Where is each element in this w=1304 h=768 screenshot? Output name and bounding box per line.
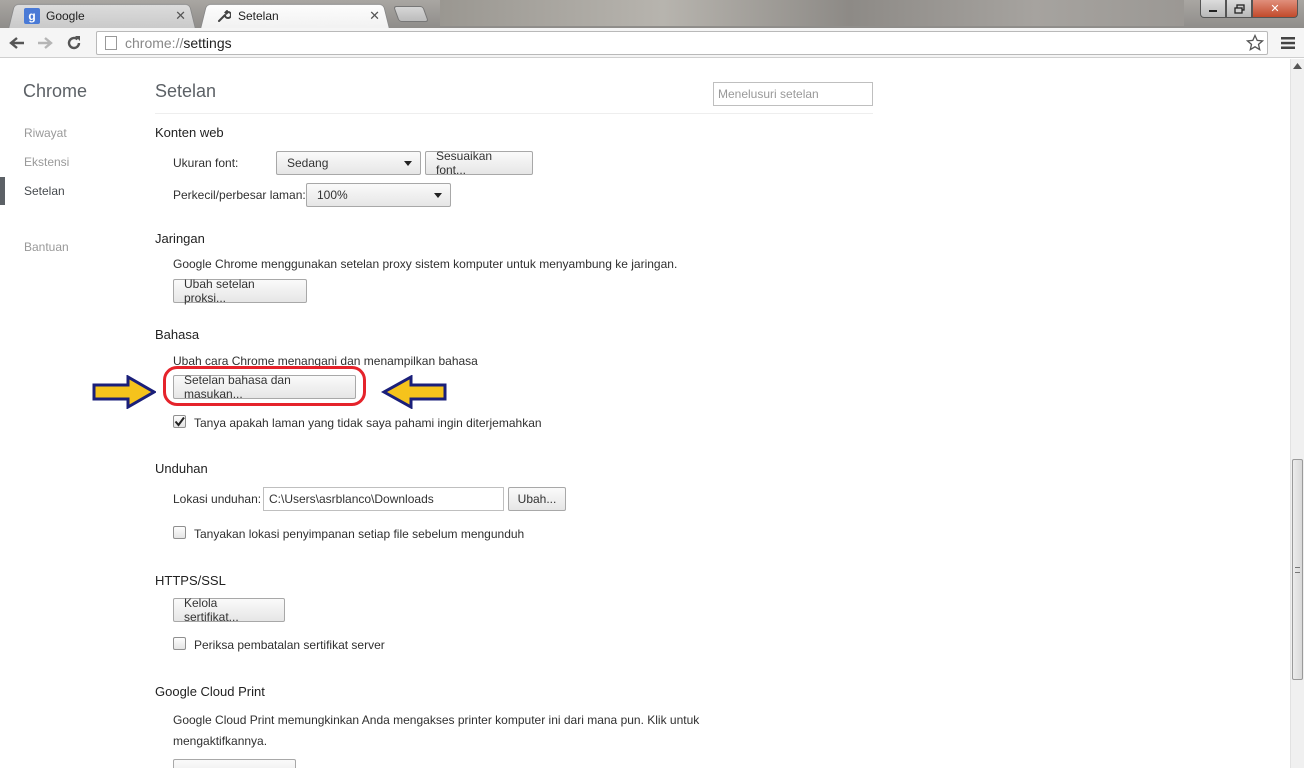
cert-revocation-checkbox[interactable] [173, 637, 186, 650]
section-title-downloads: Unduhan [155, 461, 208, 476]
address-bar[interactable]: chrome://settings [96, 31, 1268, 55]
window-controls: ✕ [1200, 0, 1298, 18]
change-download-location-button[interactable]: Ubah... [508, 487, 566, 511]
back-button[interactable] [6, 32, 28, 54]
manage-certificates-button[interactable]: Kelola sertifikat... [173, 596, 285, 624]
page-zoom-label: Perkecil/perbesar laman: [173, 188, 306, 202]
hamburger-menu-icon [1281, 37, 1295, 49]
section-title-web-content: Konten web [155, 125, 224, 140]
bookmark-star-icon[interactable] [1245, 33, 1265, 53]
page-zoom-select[interactable]: 100% [306, 183, 451, 207]
tab-setelan[interactable]: Setelan ✕ [200, 2, 390, 30]
restore-icon [1233, 3, 1245, 14]
sidebar-item-setelan[interactable]: Setelan [24, 184, 65, 198]
translate-checkbox-label[interactable]: Tanya apakah laman yang tidak saya paham… [194, 416, 542, 430]
back-arrow-icon [9, 37, 24, 49]
cert-revocation-label[interactable]: Periksa pembatalan sertifikat server [194, 638, 385, 652]
window-close-button[interactable]: ✕ [1252, 0, 1298, 18]
section-title-network: Jaringan [155, 231, 205, 246]
dropdown-caret-icon [434, 193, 442, 198]
tab-google[interactable]: g Google ✕ [8, 2, 196, 30]
network-description: Google Chrome menggunakan setelan proxy … [173, 257, 678, 271]
sidebar-brand: Chrome [23, 81, 88, 101]
page-icon [105, 36, 117, 50]
reload-button[interactable] [63, 32, 85, 54]
header-divider [155, 113, 873, 114]
tab-title: Setelan [238, 8, 279, 23]
tab-title: Google [46, 8, 85, 23]
browser-toolbar: chrome://settings [0, 28, 1304, 58]
sidebar-selected-marker [0, 177, 5, 205]
download-location-label: Lokasi unduhan: [173, 492, 262, 506]
forward-button[interactable] [34, 32, 56, 54]
download-location-field[interactable]: C:\Users\asrblanco\Downloads [263, 487, 504, 511]
translate-checkbox[interactable] [173, 415, 186, 428]
window-frame-texture [440, 0, 1184, 26]
language-input-settings-button[interactable]: Setelan bahasa dan masukan... [173, 373, 356, 401]
section-title-languages: Bahasa [155, 327, 200, 342]
minimize-button[interactable] [1200, 0, 1226, 18]
ask-download-location-checkbox[interactable] [173, 526, 186, 539]
url-text: chrome://settings [125, 35, 232, 51]
cloud-print-description-line1: Google Cloud Print memungkinkan Anda men… [173, 713, 700, 727]
scrollbar-thumb[interactable] [1292, 459, 1303, 680]
font-size-value: Sedang [287, 156, 329, 170]
cloud-print-description-line2: mengaktifkannya. [173, 734, 268, 748]
dropdown-caret-icon [404, 161, 412, 166]
new-tab-button[interactable] [393, 6, 429, 22]
google-g-icon: g [24, 7, 40, 24]
font-size-select[interactable]: Sedang [276, 151, 421, 175]
settings-page: Chrome Riwayat Ekstensi Setelan Bantuan … [0, 59, 1290, 768]
checkmark-icon [174, 416, 185, 427]
left-pointing-arrow-icon [381, 375, 447, 409]
customize-fonts-button[interactable]: Sesuaikan font... [425, 149, 533, 177]
page-zoom-value: 100% [317, 188, 348, 202]
section-title-cloud-print: Google Cloud Print [155, 684, 265, 699]
reload-icon [67, 36, 81, 50]
close-icon: ✕ [1270, 3, 1280, 15]
close-icon[interactable]: ✕ [175, 8, 186, 24]
ask-download-location-label[interactable]: Tanyakan lokasi penyimpanan setiap file … [194, 527, 524, 541]
search-settings-input[interactable] [713, 82, 873, 106]
page-title: Setelan [155, 81, 217, 101]
tab-strip: g Google ✕ Setelan ✕ ✕ [0, 0, 1304, 30]
section-title-https: HTTPS/SSL [155, 573, 226, 588]
scroll-up-arrow-icon[interactable] [1291, 59, 1304, 73]
sidebar-item-bantuan[interactable]: Bantuan [24, 240, 69, 254]
sidebar-item-ekstensi[interactable]: Ekstensi [24, 155, 69, 169]
minimize-icon [1209, 9, 1217, 12]
right-pointing-arrow-icon [92, 375, 156, 409]
scrollbar-grip-icon [1295, 567, 1300, 573]
forward-arrow-icon [38, 37, 53, 49]
restore-button[interactable] [1226, 0, 1252, 18]
font-size-label: Ukuran font: [173, 156, 239, 170]
wrench-icon [216, 8, 232, 24]
chrome-menu-button[interactable] [1278, 33, 1298, 53]
close-icon[interactable]: ✕ [369, 8, 380, 24]
sidebar-item-riwayat[interactable]: Riwayat [24, 126, 67, 140]
change-proxy-button[interactable]: Ubah setelan proksi... [173, 277, 307, 305]
vertical-scrollbar[interactable] [1290, 59, 1304, 768]
cloud-print-button[interactable] [173, 759, 296, 768]
